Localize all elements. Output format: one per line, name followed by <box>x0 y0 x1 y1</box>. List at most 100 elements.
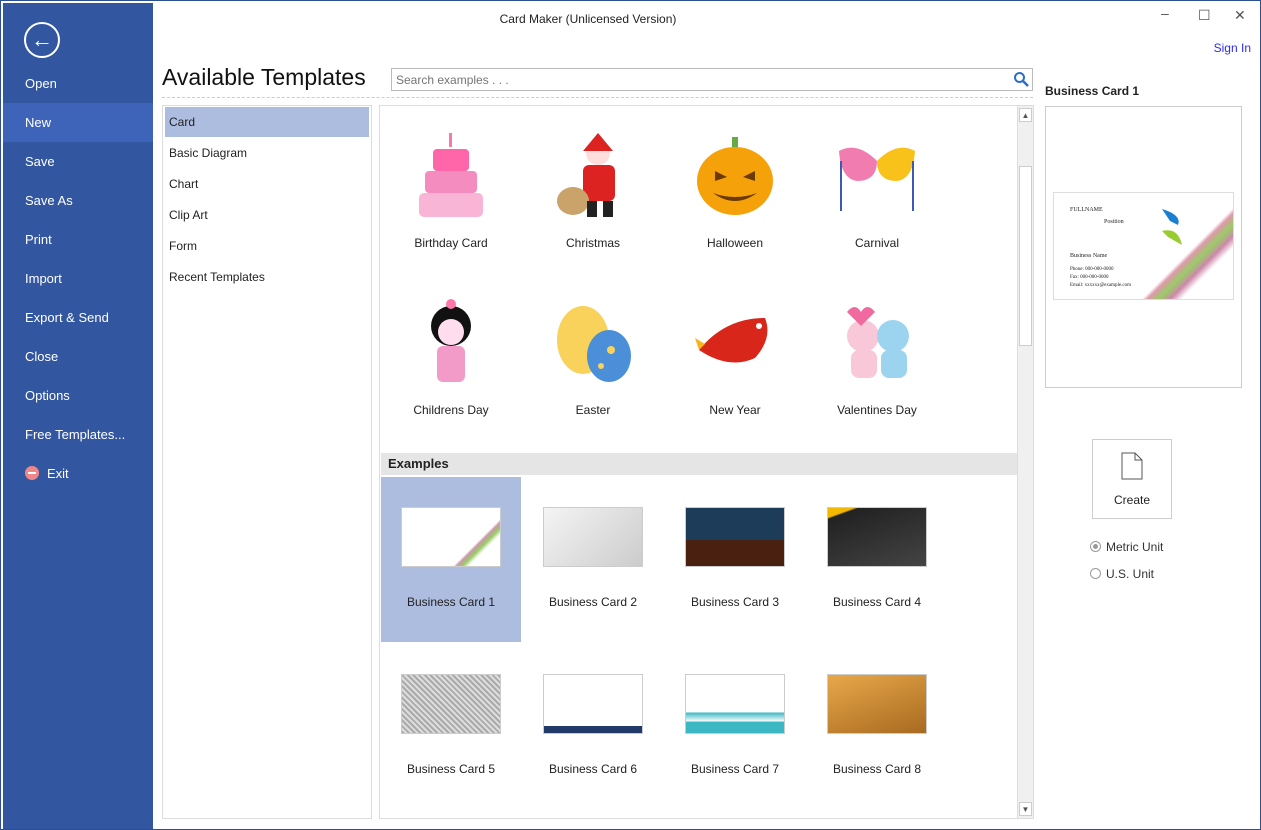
menu-open[interactable]: Open <box>3 64 153 103</box>
template-label: Easter <box>575 403 611 417</box>
easter-eggs-icon <box>557 306 631 382</box>
create-label: Create <box>1113 493 1151 507</box>
menu-exit[interactable]: Exit <box>3 454 153 493</box>
menu-save[interactable]: Save <box>3 142 153 181</box>
example-label: Business Card 1 <box>406 595 496 609</box>
template-childrens-day[interactable]: Childrens Day <box>381 283 521 448</box>
template-label: Christmas <box>565 236 620 250</box>
example-label: Business Card 8 <box>832 762 922 776</box>
radio-empty-icon <box>1090 568 1101 579</box>
radio-label: Metric Unit <box>1106 540 1164 554</box>
preview-panel: FULLNAME Position Business Name Phone: 0… <box>1045 106 1242 388</box>
example-business-card-8[interactable]: Business Card 8 <box>807 644 947 809</box>
menu-new[interactable]: New <box>3 103 153 142</box>
template-carnival[interactable]: Carnival <box>807 116 947 281</box>
backstage-sidebar: ← Open New Save Save As Print Import Exp… <box>3 3 153 829</box>
example-label: Business Card 2 <box>548 595 638 609</box>
exit-icon <box>25 466 39 480</box>
example-label: Business Card 4 <box>832 595 922 609</box>
category-form[interactable]: Form <box>165 231 369 261</box>
create-button[interactable]: Create <box>1092 439 1172 519</box>
category-card[interactable]: Card <box>165 107 369 137</box>
example-label: Business Card 7 <box>690 762 780 776</box>
template-label: Carnival <box>854 236 899 250</box>
metric-unit-radio[interactable]: Metric Unit <box>1090 540 1163 554</box>
card-name: FULLNAME <box>1070 207 1103 213</box>
close-button[interactable]: ✕ <box>1234 7 1246 24</box>
template-halloween[interactable]: Halloween <box>665 116 805 281</box>
santa-icon <box>557 133 615 217</box>
example-business-card-4[interactable]: Business Card 4 <box>807 477 947 642</box>
example-label: Business Card 5 <box>406 762 496 776</box>
template-gallery: Birthday Card Christmas Halloween Carniv… <box>379 105 1034 819</box>
card-thumbnail <box>827 507 927 567</box>
carnival-mask-icon <box>839 147 915 211</box>
minimize-button[interactable]: – <box>1161 5 1169 21</box>
teddy-bears-icon <box>847 307 909 378</box>
example-label: Business Card 6 <box>548 762 638 776</box>
template-new-year[interactable]: New Year <box>665 283 805 448</box>
category-chart[interactable]: Chart <box>165 169 369 199</box>
maximize-button[interactable]: ☐ <box>1198 7 1211 24</box>
example-business-card-7[interactable]: Business Card 7 <box>665 644 805 809</box>
menu-close[interactable]: Close <box>3 337 153 376</box>
template-label: Halloween <box>706 236 764 250</box>
search-icon[interactable] <box>1013 71 1029 87</box>
card-business: Business Name <box>1070 253 1108 259</box>
examples-header: Examples <box>381 453 1018 475</box>
birthday-cake-icon <box>419 133 483 217</box>
doll-icon <box>431 299 471 382</box>
template-label: Childrens Day <box>413 403 489 417</box>
card-thumbnail <box>685 507 785 567</box>
window-title: Card Maker (Unlicensed Version) <box>499 12 677 26</box>
template-easter[interactable]: Easter <box>523 283 663 448</box>
template-label: Birthday Card <box>414 236 488 250</box>
example-business-card-3[interactable]: Business Card 3 <box>665 477 805 642</box>
category-list: Card Basic Diagram Chart Clip Art Form R… <box>162 105 372 819</box>
card-position: Position <box>1104 219 1124 225</box>
category-basic-diagram[interactable]: Basic Diagram <box>165 138 369 168</box>
card-thumbnail <box>543 674 643 734</box>
template-birthday-card[interactable]: Birthday Card <box>381 116 521 281</box>
card-phone: Phone: 000-000-0000 <box>1070 267 1114 272</box>
category-recent-templates[interactable]: Recent Templates <box>165 262 369 292</box>
menu-options[interactable]: Options <box>3 376 153 415</box>
scroll-up-arrow-icon[interactable]: ▲ <box>1019 108 1032 122</box>
search-input[interactable] <box>391 68 1033 91</box>
category-clip-art[interactable]: Clip Art <box>165 200 369 230</box>
sign-in-link[interactable]: Sign In <box>1214 41 1251 55</box>
menu-free-templates[interactable]: Free Templates... <box>3 415 153 454</box>
menu-print[interactable]: Print <box>3 220 153 259</box>
card-thumbnail <box>401 674 501 734</box>
template-christmas[interactable]: Christmas <box>523 116 663 281</box>
template-label: New Year <box>709 403 761 417</box>
menu-export-send[interactable]: Export & Send <box>3 298 153 337</box>
page-title: Available Templates <box>162 64 366 90</box>
scrollbar-thumb[interactable] <box>1019 166 1032 346</box>
example-business-card-2[interactable]: Business Card 2 <box>523 477 663 642</box>
card-thumbnail <box>827 674 927 734</box>
template-valentines-day[interactable]: Valentines Day <box>807 283 947 448</box>
vertical-scrollbar[interactable]: ▲ ▼ <box>1017 106 1033 818</box>
koi-fish-icon <box>695 318 768 363</box>
preview-title: Business Card 1 <box>1045 84 1140 98</box>
example-business-card-6[interactable]: Business Card 6 <box>523 644 663 809</box>
example-label: Business Card 3 <box>690 595 780 609</box>
scroll-down-arrow-icon[interactable]: ▼ <box>1019 802 1032 816</box>
radio-label: U.S. Unit <box>1106 567 1155 581</box>
divider <box>162 97 1033 98</box>
us-unit-radio[interactable]: U.S. Unit <box>1090 567 1154 581</box>
new-document-icon <box>1121 452 1143 480</box>
back-arrow-icon[interactable]: ← <box>24 22 60 58</box>
menu-save-as[interactable]: Save As <box>3 181 153 220</box>
preview-card-image: FULLNAME Position Business Name Phone: 0… <box>1053 192 1234 300</box>
card-thumbnail <box>401 507 501 567</box>
radio-selected-icon <box>1090 541 1101 552</box>
example-business-card-1[interactable]: Business Card 1 <box>381 477 521 642</box>
pumpkin-icon <box>697 137 773 215</box>
card-thumbnail <box>543 507 643 567</box>
example-business-card-5[interactable]: Business Card 5 <box>381 644 521 809</box>
card-email: Email: xxxxxx@example.com <box>1070 283 1131 288</box>
menu-import[interactable]: Import <box>3 259 153 298</box>
card-thumbnail <box>685 674 785 734</box>
